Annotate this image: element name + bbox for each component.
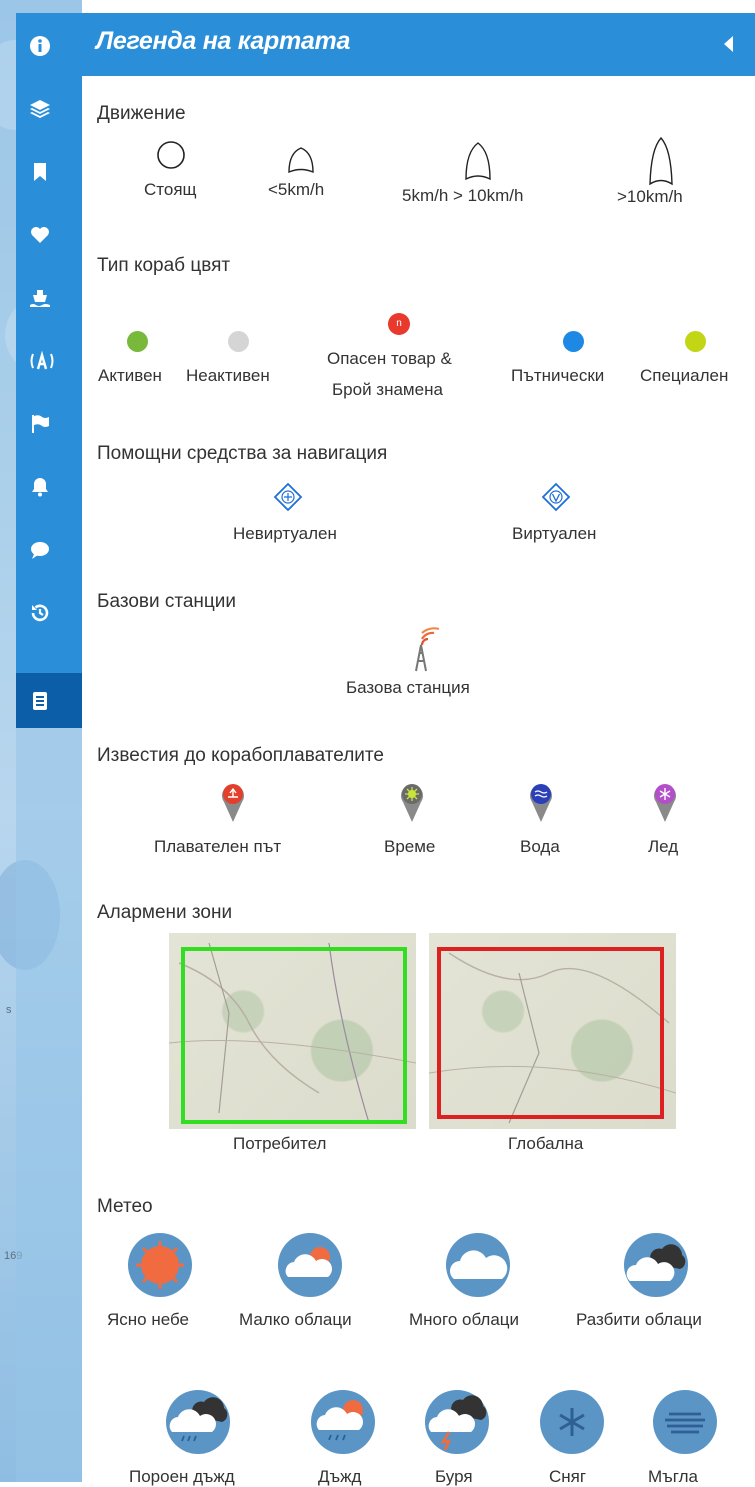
ship-color-label: Брой знамена (332, 380, 443, 399)
meteo-label: Малко облаци (239, 1310, 352, 1329)
few-clouds-icon (278, 1233, 342, 1297)
movement-label: >10km/h (617, 187, 683, 206)
section-title-ship-color: Тип кораб цвят (97, 255, 231, 276)
notice-label: Плавателен път (154, 837, 282, 856)
inactive-ship-dot (228, 331, 249, 352)
section-title-movement: Движение (97, 103, 186, 124)
meteo-label: Пороен дъжд (129, 1467, 235, 1486)
sidebar-toolbar (16, 13, 82, 728)
ship-icon[interactable] (16, 272, 82, 324)
meteo-label: Мъгла (648, 1467, 698, 1486)
heart-icon[interactable] (16, 209, 82, 261)
base-station-tower-icon (415, 627, 440, 672)
caret-left-icon[interactable] (719, 33, 737, 55)
alarm-zone-label: Глобална (508, 1134, 584, 1153)
section-title-nav-aids: Помощни средства за навигация (97, 443, 388, 464)
ship-color-label: Специален (640, 366, 729, 385)
meteo-label: Сняг (549, 1467, 587, 1486)
meteo-label: Разбити облаци (576, 1310, 702, 1329)
meteo-label: Много облаци (409, 1310, 520, 1329)
nav-aid-label: Виртуален (512, 524, 597, 543)
weather-pin-icon (401, 784, 423, 822)
section-title-meteo: Метео (97, 1196, 153, 1217)
base-station-label: Базова станция (346, 678, 470, 697)
ice-pin-icon (654, 784, 676, 822)
storm-icon (425, 1390, 489, 1454)
dangerous-cargo-badge: n (388, 313, 410, 335)
global-zone-preview (429, 933, 676, 1129)
info-icon[interactable] (16, 20, 82, 72)
ship-color-label: Активен (98, 366, 162, 385)
fairway-pin-icon (222, 784, 244, 822)
ship-arrow-medium-icon (465, 142, 491, 181)
diamond-plus-icon (273, 482, 303, 512)
meteo-label: Дъжд (318, 1467, 362, 1486)
heavy-rain-icon (166, 1390, 230, 1454)
snow-icon (540, 1390, 604, 1454)
bookmark-icon[interactable] (16, 146, 82, 198)
ship-color-label: Опасен товар & (327, 349, 452, 368)
sidebar-lower-overlay (16, 728, 82, 1482)
passenger-ship-dot (563, 331, 584, 352)
ship-arrow-large-icon (649, 136, 673, 186)
legend-panel: Легенда на картата Движение Стоящ <5km/h… (82, 13, 755, 1486)
panel-header: Легенда на картата (82, 13, 755, 76)
history-icon[interactable] (16, 587, 82, 639)
fog-icon (653, 1390, 717, 1454)
ship-arrow-small-icon (288, 147, 314, 174)
movement-label: 5km/h > 10km/h (402, 186, 524, 205)
circle-outline-icon (157, 141, 185, 169)
notice-label: Вода (520, 837, 560, 856)
broken-clouds-icon (624, 1233, 688, 1297)
alarm-zone-label: Потребител (233, 1134, 327, 1153)
ship-color-label: Пътнически (511, 366, 605, 385)
ais-base-station-icon[interactable] (16, 335, 82, 387)
special-ship-dot (685, 331, 706, 352)
ship-color-label: Неактивен (186, 366, 270, 385)
map-place-label: s (6, 1004, 12, 1016)
section-title-notices: Известия до корабоплавателите (97, 745, 384, 766)
active-ship-dot (127, 331, 148, 352)
notice-label: Време (384, 837, 436, 856)
bell-icon[interactable] (16, 461, 82, 513)
rain-icon (311, 1390, 375, 1454)
global-zone-frame (437, 947, 664, 1119)
legend-book-icon[interactable] (16, 673, 82, 728)
flag-icon[interactable] (16, 398, 82, 450)
meteo-label: Буря (435, 1467, 473, 1486)
chat-icon[interactable] (16, 524, 82, 576)
user-zone-preview (169, 933, 416, 1129)
movement-label: <5km/h (268, 180, 325, 199)
movement-label: Стоящ (144, 180, 197, 199)
diamond-v-icon (541, 482, 571, 512)
many-clouds-icon (446, 1233, 510, 1297)
notice-label: Лед (648, 837, 679, 856)
panel-title: Легенда на картата (96, 27, 351, 55)
clear-sky-icon (128, 1233, 192, 1297)
user-zone-frame (181, 947, 407, 1124)
nav-aid-label: Невиртуален (233, 524, 337, 543)
section-title-alarm-zones: Алармени зони (97, 902, 233, 923)
meteo-label: Ясно небе (107, 1310, 189, 1329)
section-title-base-stations: Базови станции (97, 591, 237, 612)
water-pin-icon (530, 784, 552, 822)
layers-icon[interactable] (16, 83, 82, 135)
